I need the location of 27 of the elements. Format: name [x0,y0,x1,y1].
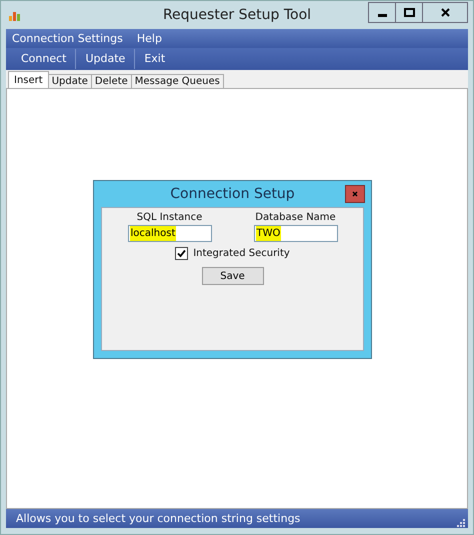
input-field[interactable]: localhost [128,225,212,242]
window-title: Requester Setup Tool [162,7,312,23]
menu-item[interactable]: Connection Settings [12,32,123,45]
maximize-button[interactable] [396,2,423,23]
close-icon [352,191,358,197]
tab[interactable]: Insert [8,71,49,88]
resize-grip-icon [457,518,465,526]
input-field[interactable]: TWO [254,225,338,242]
tab[interactable]: Message Queues [130,74,224,88]
field-label: Database Name [255,212,336,223]
toolbar-button[interactable]: Update [76,49,136,69]
status-text: Allows you to select your connection string settings [16,512,300,525]
field-label: SQL Instance [136,212,202,223]
close-icon [440,8,450,17]
toolbar-button[interactable]: Exit [135,49,174,69]
maximize-icon [404,8,414,17]
dialog-title: Connection Setup [170,186,295,202]
bar-chart-icon [9,9,23,21]
menu-item[interactable]: Help [136,32,162,45]
tab[interactable]: Update [48,74,92,88]
save-button[interactable]: Save [202,267,264,285]
close-button[interactable] [423,2,468,23]
checkbox[interactable] [175,247,188,260]
toolbar-button[interactable]: Connect [12,49,76,69]
checkbox-label: Integrated Security [193,248,290,259]
minimize-button[interactable] [368,2,396,23]
minimize-icon [378,14,386,17]
